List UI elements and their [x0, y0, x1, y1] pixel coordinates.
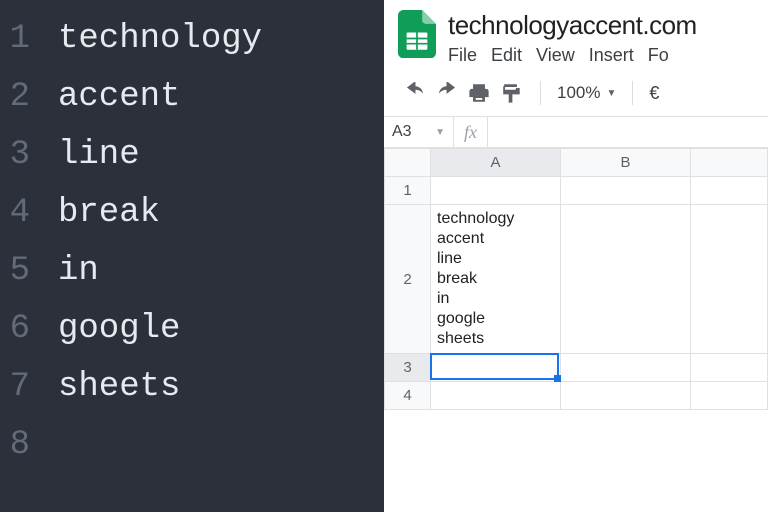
sheets-logo-icon: [398, 10, 436, 58]
editor-line[interactable]: 8: [0, 416, 384, 474]
chevron-down-icon: ▼: [435, 127, 445, 138]
editor-line[interactable]: 2accent: [0, 68, 384, 126]
column-header-B[interactable]: B: [561, 149, 691, 177]
line-text: in: [48, 252, 99, 290]
line-number: 6: [0, 310, 48, 348]
fx-label: fx: [454, 117, 488, 147]
spreadsheet-grid[interactable]: A B 1 2 technology accent line break in …: [384, 148, 768, 512]
column-header-A[interactable]: A: [431, 149, 561, 177]
toolbar: 100% ▼ €: [384, 70, 768, 117]
menu-bar: File Edit View Insert Fo: [448, 45, 697, 66]
line-number: 2: [0, 78, 48, 116]
google-sheets-window: technologyaccent.com File Edit View Inse…: [384, 0, 768, 512]
line-number: 7: [0, 368, 48, 406]
editor-line[interactable]: 1technology: [0, 10, 384, 68]
currency-format-button[interactable]: €: [649, 83, 659, 104]
cell-B4[interactable]: [561, 382, 691, 410]
zoom-value: 100%: [557, 83, 600, 103]
cell-A1[interactable]: [431, 177, 561, 205]
editor-line[interactable]: 6google: [0, 300, 384, 358]
cell-C1[interactable]: [691, 177, 768, 205]
menu-insert[interactable]: Insert: [589, 45, 634, 66]
cell-C2[interactable]: [691, 205, 768, 354]
chevron-down-icon: ▼: [606, 88, 616, 99]
menu-edit[interactable]: Edit: [491, 45, 522, 66]
select-all-corner[interactable]: [385, 149, 431, 177]
name-box-row: A3 ▼ fx: [384, 117, 768, 148]
editor-line[interactable]: 5in: [0, 242, 384, 300]
zoom-dropdown[interactable]: 100% ▼: [557, 83, 616, 103]
cell-B3[interactable]: [561, 354, 691, 382]
print-icon[interactable]: [466, 80, 492, 106]
name-box-value: A3: [392, 123, 412, 141]
line-number: 3: [0, 136, 48, 174]
cell-C4[interactable]: [691, 382, 768, 410]
row-header-4[interactable]: 4: [385, 382, 431, 410]
line-text: google: [48, 310, 180, 348]
line-text: technology: [48, 20, 262, 58]
paint-format-icon[interactable]: [498, 80, 524, 106]
redo-icon[interactable]: [434, 80, 460, 106]
toolbar-separator: [540, 81, 541, 105]
row-header-3[interactable]: 3: [385, 354, 431, 382]
cell-C3[interactable]: [691, 354, 768, 382]
document-title[interactable]: technologyaccent.com: [448, 10, 697, 41]
menu-file[interactable]: File: [448, 45, 477, 66]
cell-B2[interactable]: [561, 205, 691, 354]
undo-icon[interactable]: [402, 80, 428, 106]
toolbar-separator: [632, 81, 633, 105]
line-number: 5: [0, 252, 48, 290]
menu-view[interactable]: View: [536, 45, 575, 66]
cell-A3[interactable]: [431, 354, 561, 382]
line-text: sheets: [48, 368, 180, 406]
row-header-1[interactable]: 1: [385, 177, 431, 205]
editor-line[interactable]: 4break: [0, 184, 384, 242]
cell-A2[interactable]: technology accent line break in google s…: [431, 205, 561, 354]
menu-format[interactable]: Fo: [648, 45, 669, 66]
line-text: line: [48, 136, 140, 174]
formula-bar[interactable]: [488, 117, 768, 147]
line-number: 1: [0, 20, 48, 58]
cell-A4[interactable]: [431, 382, 561, 410]
line-text: break: [48, 194, 160, 232]
title-bar: technologyaccent.com File Edit View Inse…: [384, 0, 768, 70]
row-header-2[interactable]: 2: [385, 205, 431, 354]
editor-line[interactable]: 3line: [0, 126, 384, 184]
name-box[interactable]: A3 ▼: [384, 117, 454, 147]
editor-line[interactable]: 7sheets: [0, 358, 384, 416]
cell-B1[interactable]: [561, 177, 691, 205]
line-number: 8: [0, 426, 48, 464]
column-header-extra[interactable]: [691, 149, 768, 177]
line-number: 4: [0, 194, 48, 232]
code-editor: 1technology2accent3line4break5in6google7…: [0, 0, 384, 512]
line-text: accent: [48, 78, 180, 116]
